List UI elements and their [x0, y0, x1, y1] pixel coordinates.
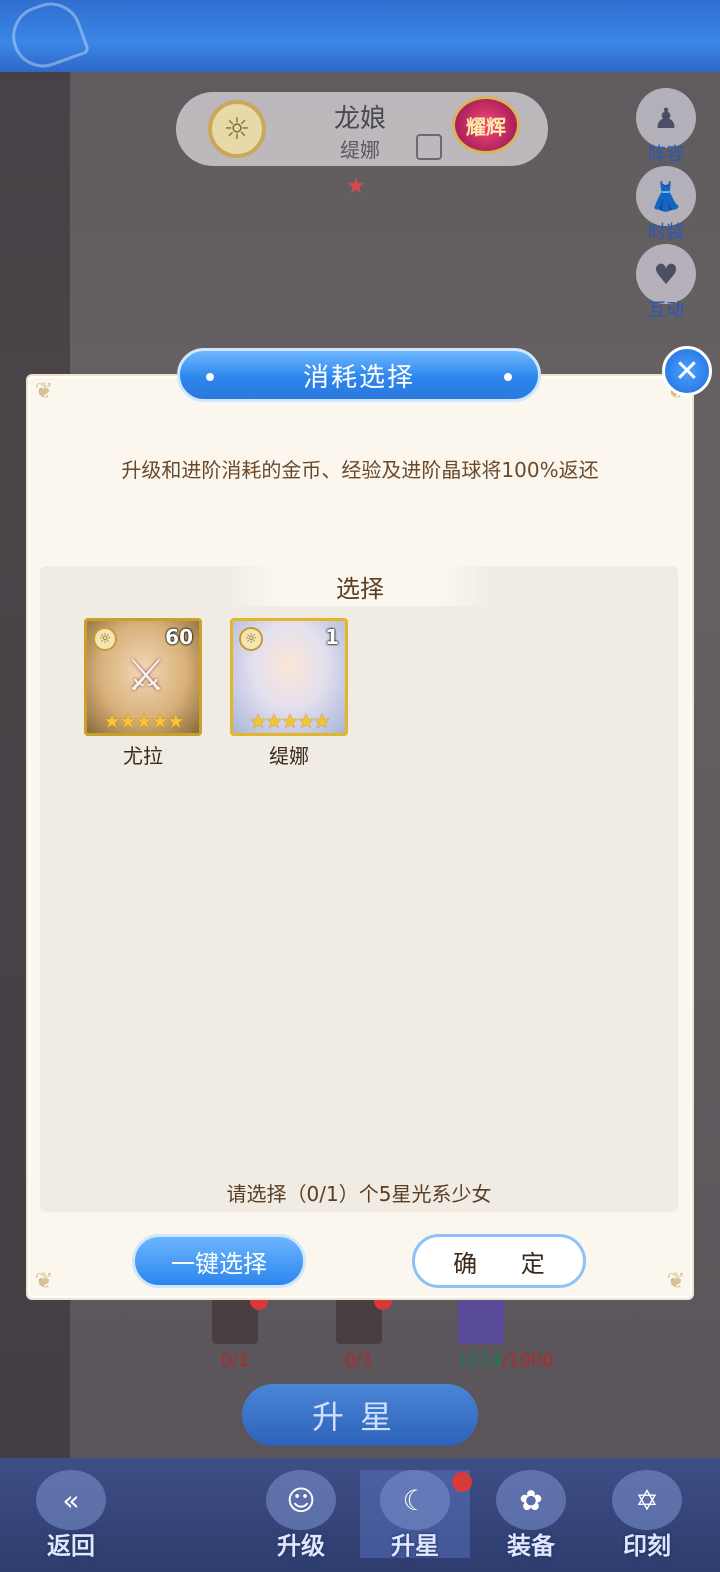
nav-imprint[interactable]: ✡ 印刻	[592, 1470, 702, 1560]
back-arrow-icon: «	[36, 1470, 106, 1530]
hero-card-yula[interactable]: ☼ 60 ⚔ ★★★★★ 尤拉	[84, 618, 202, 769]
star-rating: ★★★★★	[249, 709, 331, 733]
side-button-label: 时装	[648, 222, 684, 243]
light-element-icon: ☼	[93, 627, 117, 651]
hero-level: 1	[325, 625, 339, 649]
upstar-button[interactable]: 升星	[242, 1384, 478, 1446]
confirm-button[interactable]: 确 定	[412, 1234, 586, 1288]
material-count: 1014/1000	[456, 1350, 554, 1371]
rank-badge: 耀辉	[452, 96, 520, 154]
nav-back[interactable]: « 返回	[16, 1470, 126, 1560]
side-button-lineup[interactable]: ♟ 阵容	[634, 88, 698, 166]
auto-select-button[interactable]: 一键选择	[132, 1234, 306, 1288]
side-button-label: 互动	[648, 300, 684, 321]
corner-ornament: ❦	[34, 379, 54, 404]
dialog-title: 消耗选择	[177, 348, 541, 402]
hero-card-tina[interactable]: ☼ 1 ★★★★★ 缇娜	[230, 618, 348, 769]
nav-equipment[interactable]: ✿ 装备	[476, 1470, 586, 1560]
moon-star-icon: ☾	[380, 1470, 450, 1530]
light-element-icon: ☼	[239, 627, 263, 651]
side-button-label: 阵容	[648, 144, 684, 165]
corner-ornament: ❦	[34, 1269, 54, 1294]
material-slot-orb[interactable]: 1014/1000	[456, 1298, 554, 1371]
heart-icon: ♥	[636, 244, 696, 304]
alert-dot	[452, 1472, 472, 1492]
portrait-icon: ☺	[266, 1470, 336, 1530]
side-button-costume[interactable]: 👗 时装	[634, 166, 698, 244]
hero-card-name: 缇娜	[269, 744, 309, 768]
material-count: 0/1	[220, 1350, 250, 1371]
material-slot[interactable]: 0/1	[334, 1292, 392, 1371]
nav-upgrade[interactable]: ☺ 升级	[246, 1470, 356, 1560]
hero-name: 缇娜	[340, 138, 380, 162]
equipment-icon: ✿	[496, 1470, 566, 1530]
top-bar	[0, 0, 720, 77]
hero-class: 龙娘	[333, 104, 386, 134]
corner-ornament: ❦	[666, 1269, 686, 1294]
crossed-swords-lock-icon: ⚔	[126, 650, 166, 701]
close-icon: ✕	[674, 353, 700, 389]
orb-icon	[458, 1298, 504, 1344]
star-icon: ★	[346, 174, 366, 199]
hero-card-name: 尤拉	[123, 744, 163, 768]
material-slot[interactable]: 0/1	[210, 1292, 268, 1371]
refund-notice: 升级和进阶消耗的金币、经验及进阶晶球将100%返还	[121, 458, 599, 482]
close-button[interactable]: ✕	[662, 346, 712, 396]
material-count: 0/1	[344, 1350, 374, 1371]
side-button-interact[interactable]: ♥ 互动	[634, 244, 698, 322]
hexagram-icon: ✡	[612, 1470, 682, 1530]
light-element-icon: ☼	[208, 100, 266, 158]
hero-level: 60	[165, 625, 193, 649]
edit-icon[interactable]	[416, 134, 442, 160]
pawn-icon: ♟	[636, 88, 696, 148]
select-section-title: 选择	[226, 566, 494, 606]
dress-icon: 👗	[636, 166, 696, 226]
star-rating: ★★★★★	[103, 709, 185, 733]
heart-arrow-icon	[3, 0, 91, 77]
selection-hint: 请选择（0/1）个5星光系少女	[226, 1182, 492, 1206]
